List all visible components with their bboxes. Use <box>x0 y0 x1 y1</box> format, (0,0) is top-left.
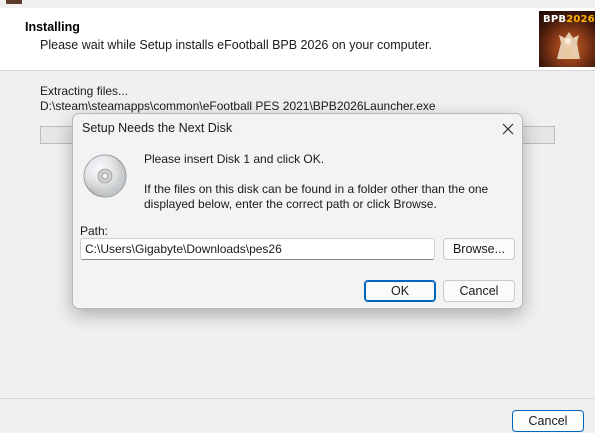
header-subtitle: Please wait while Setup installs eFootba… <box>40 38 432 52</box>
dialog-cancel-button[interactable]: Cancel <box>443 280 515 302</box>
brand-logo: BPB2026 <box>539 11 595 67</box>
close-icon[interactable] <box>496 118 520 140</box>
header-title: Installing <box>25 20 80 34</box>
installer-cancel-button[interactable]: Cancel <box>512 410 584 432</box>
path-input[interactable] <box>80 238 435 260</box>
status-text: Extracting files... <box>40 84 129 98</box>
installer-header: Installing Please wait while Setup insta… <box>0 8 595 71</box>
next-disk-dialog: Setup Needs the Next Disk Please insert … <box>72 113 523 309</box>
logo-trophy-graphic <box>557 32 580 59</box>
disc-icon <box>83 154 127 198</box>
dialog-title: Setup Needs the Next Disk <box>82 121 233 135</box>
app-icon <box>6 0 22 4</box>
dialog-message-secondary: If the files on this disk can be found i… <box>144 182 489 211</box>
footer-divider <box>0 398 595 399</box>
title-bar <box>0 0 595 8</box>
current-file-path: D:\steam\steamapps\common\eFootball PES … <box>40 99 436 113</box>
dialog-message-primary: Please insert Disk 1 and click OK. <box>144 152 325 166</box>
logo-text: BPB2026 <box>543 14 595 25</box>
ok-button[interactable]: OK <box>364 280 436 302</box>
browse-button[interactable]: Browse... <box>443 238 515 260</box>
path-label: Path: <box>80 224 109 238</box>
